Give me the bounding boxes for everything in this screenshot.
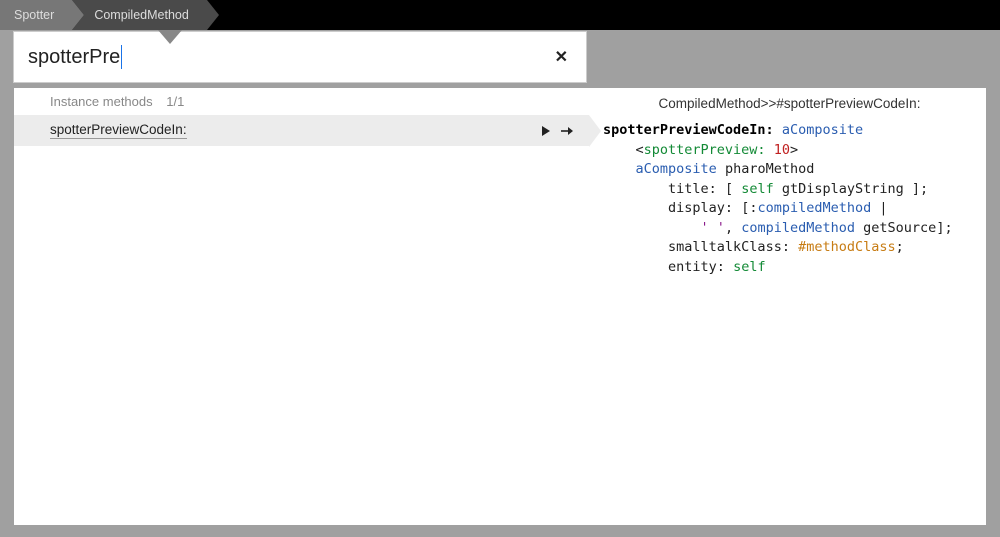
- clear-search-button[interactable]: ✕: [551, 43, 572, 71]
- result-name: spotterPreviewCodeIn:: [50, 122, 187, 139]
- search-input[interactable]: spotterPre: [28, 45, 122, 69]
- code-preview: spotterPreviewCodeIn: aComposite <spotte…: [603, 121, 976, 278]
- preview-pane: CompiledMethod>>#spotterPreviewCodeIn: s…: [593, 88, 986, 525]
- breadcrumb-compiledmethod[interactable]: CompiledMethod: [72, 0, 207, 30]
- dive-in-icon[interactable]: [561, 126, 573, 136]
- search-panel: spotterPre ✕: [14, 32, 586, 82]
- result-actions: [541, 126, 579, 136]
- section-title: Instance methods: [50, 94, 153, 109]
- results-list: Instance methods 1/1 spotterPreviewCodeI…: [14, 88, 589, 525]
- result-row[interactable]: spotterPreviewCodeIn:: [14, 115, 589, 146]
- breadcrumb-spotter[interactable]: Spotter: [0, 0, 72, 30]
- preview-title: CompiledMethod>>#spotterPreviewCodeIn:: [603, 92, 976, 121]
- section-header: Instance methods 1/1: [14, 88, 589, 115]
- breadcrumb-bar: Spotter CompiledMethod: [0, 0, 1000, 30]
- play-icon[interactable]: [541, 126, 551, 136]
- section-count: 1/1: [166, 94, 184, 109]
- results-panel: Instance methods 1/1 spotterPreviewCodeI…: [14, 88, 986, 525]
- search-query-text: spotterPre: [28, 46, 120, 69]
- breadcrumb-pointer-icon: [158, 30, 182, 44]
- text-caret-icon: [121, 45, 122, 69]
